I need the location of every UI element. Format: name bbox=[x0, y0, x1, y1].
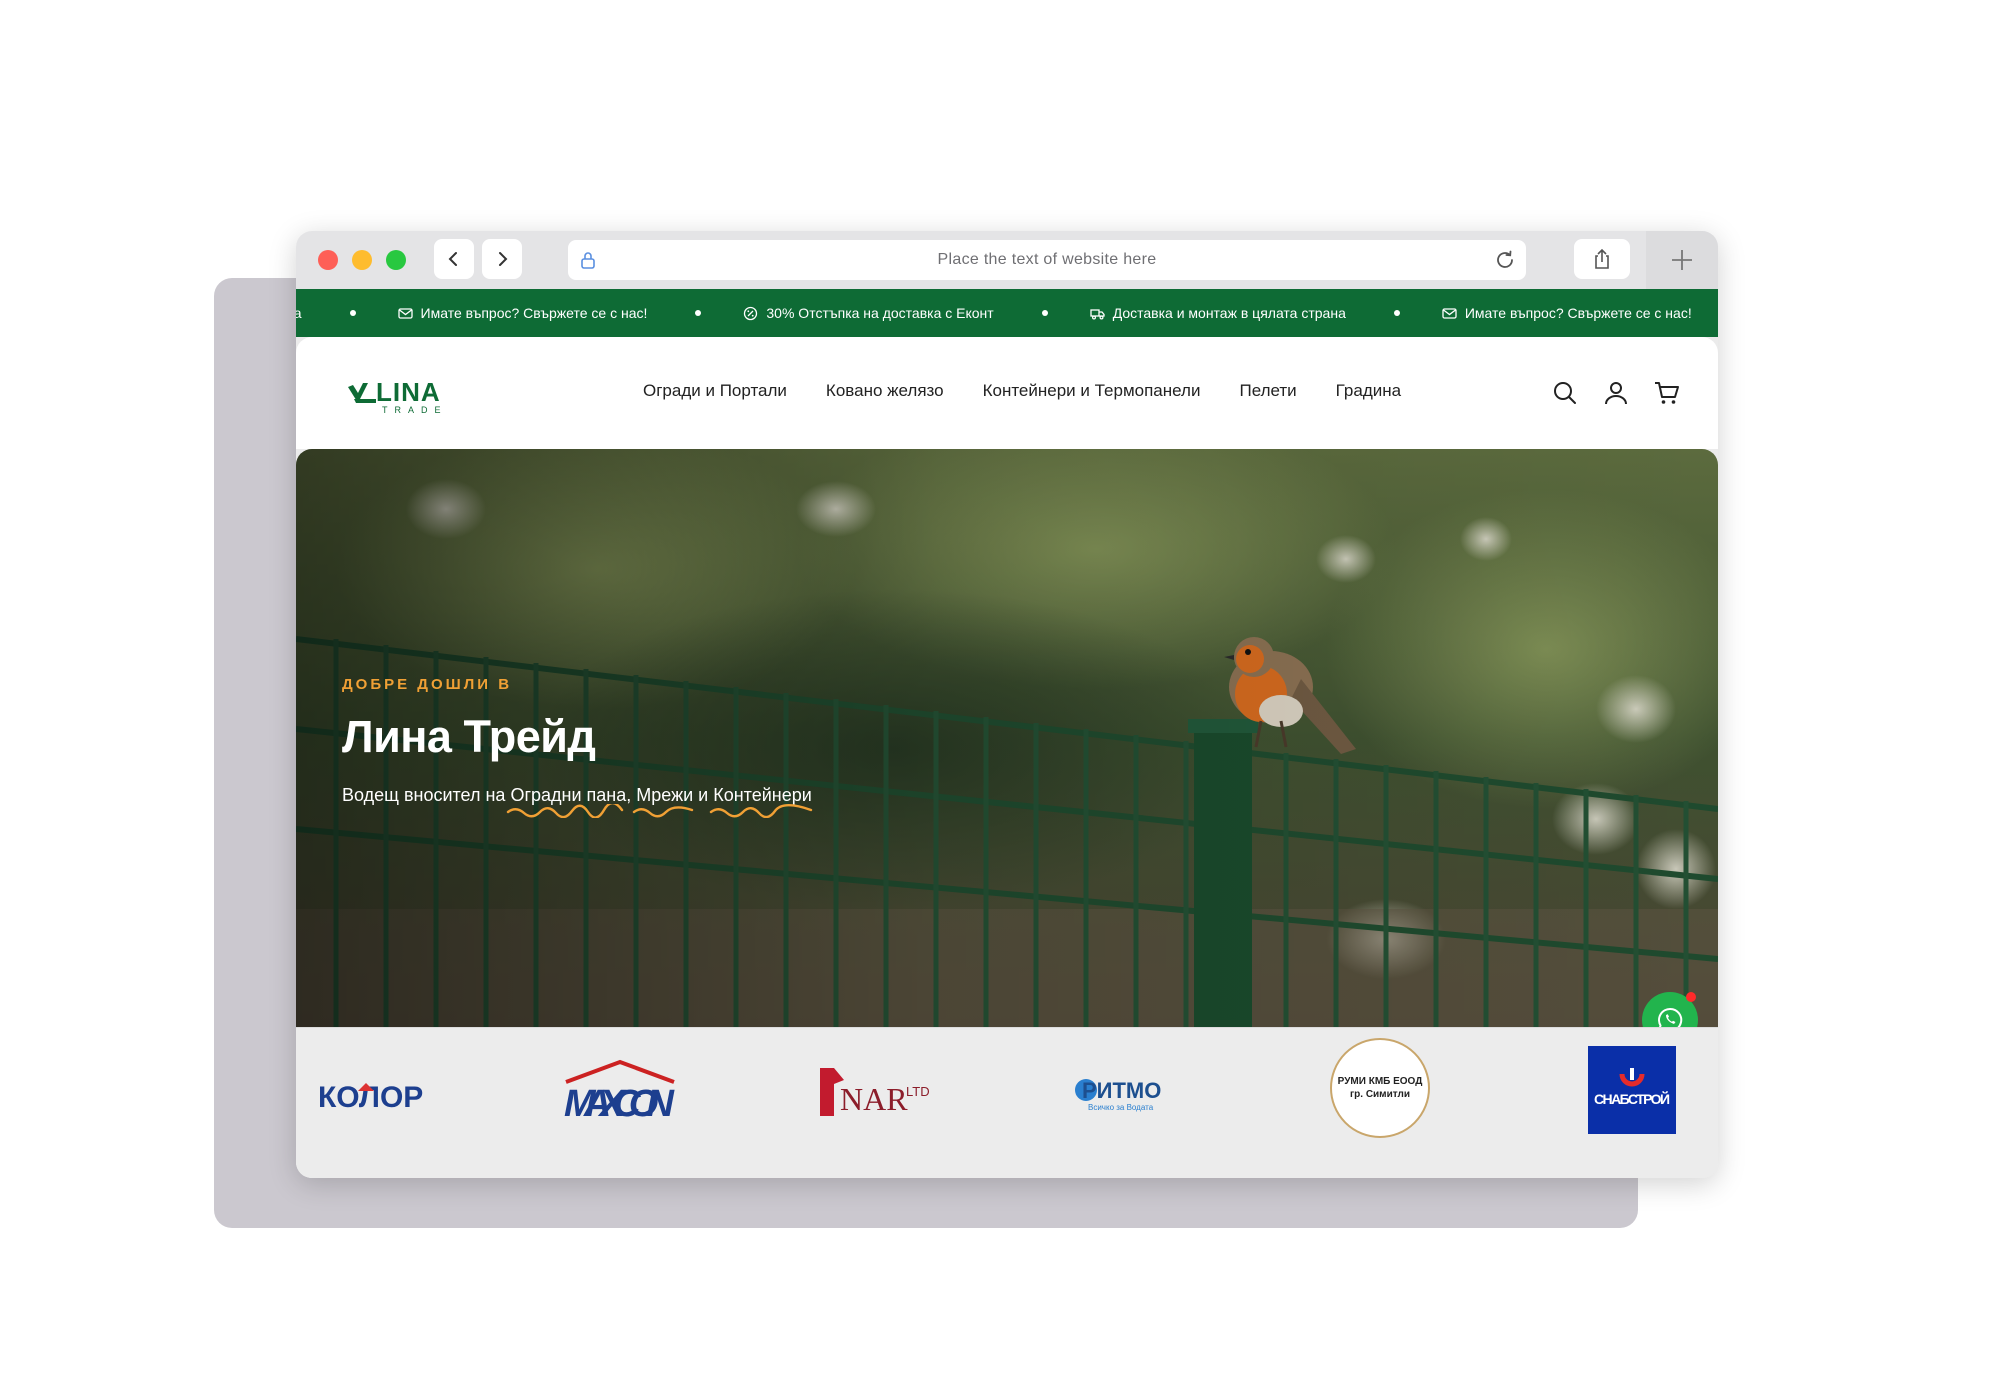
whatsapp-icon bbox=[1658, 1007, 1683, 1027]
brand-kolor-mark: КОЛОР bbox=[318, 1081, 423, 1114]
address-bar[interactable]: Place the text of website here bbox=[568, 240, 1526, 280]
mail-icon bbox=[397, 307, 413, 319]
brands-strip: КОЛОР MAXCON NAR LTD РИТМО Всичко за Вод… bbox=[296, 1027, 1718, 1178]
back-button[interactable] bbox=[434, 239, 474, 279]
maximize-window-button[interactable] bbox=[386, 250, 406, 270]
close-window-button[interactable] bbox=[318, 250, 338, 270]
header-actions bbox=[1552, 380, 1680, 406]
ticker-separator bbox=[1393, 310, 1400, 316]
hero-subtitle: Водещ вносител на Оградни пана, Мрежи и … bbox=[342, 785, 813, 818]
logo-text: LINA bbox=[376, 377, 441, 407]
brand-nar-mark: NAR LTD bbox=[820, 1068, 930, 1117]
hero-subtitle-prefix: Водещ вносител на bbox=[342, 785, 511, 805]
brand-rumi-line2: гр. Симитли bbox=[1349, 1089, 1410, 1100]
svg-text:КОЛОР: КОЛОР bbox=[318, 1081, 423, 1114]
brand-ritmo-mark: РИТМО Всичко за Водата bbox=[1075, 1078, 1161, 1112]
brand-rumi-line1: РУМИ КМБ ЕООД bbox=[1337, 1076, 1423, 1087]
brand-logo-ritmo[interactable]: РИТМО Всичко за Водата bbox=[1072, 1072, 1174, 1116]
forward-button[interactable] bbox=[482, 239, 522, 279]
search-icon[interactable] bbox=[1552, 380, 1578, 406]
site-header: LINA TRADE Огради и Портали Ковано желяз… bbox=[296, 337, 1718, 449]
brand-logo-nar[interactable]: NAR LTD bbox=[818, 1062, 934, 1122]
brand-maxcon-mark: MAXCON bbox=[564, 1059, 676, 1125]
plus-icon bbox=[1672, 250, 1692, 270]
discount-icon bbox=[744, 306, 758, 320]
browser-toolbar: Place the text of website here bbox=[296, 231, 1718, 289]
site-logo[interactable]: LINA TRADE bbox=[346, 373, 476, 417]
mail-icon bbox=[1442, 307, 1457, 319]
hero-banner: ДОБРЕ ДОШЛИ В Лина Трейд Водещ вносител … bbox=[296, 449, 1718, 1027]
svg-text:РИТМО: РИТМО bbox=[1082, 1078, 1161, 1103]
ticker-separator bbox=[349, 310, 356, 316]
squiggle-underline bbox=[633, 806, 694, 818]
hero-title: Лина Трейд bbox=[342, 711, 596, 762]
new-tab-button[interactable] bbox=[1646, 231, 1718, 289]
ticker-item-text: Имате въпрос? Свържете се с нас! bbox=[420, 305, 648, 321]
ticker-item[interactable]: 30% Отстъпка на доставка с Еконт bbox=[743, 305, 994, 321]
svg-text:MAXCON: MAXCON bbox=[564, 1083, 676, 1125]
brand-logo-maxcon[interactable]: MAXCON bbox=[560, 1058, 678, 1130]
announcement-bar: на Имате въпрос? Свържете се с нас! 30% … bbox=[296, 289, 1718, 337]
main-menu: Огради и Портали Ковано желязо Контейнер… bbox=[643, 381, 1401, 401]
hero-content: ДОБРЕ ДОШЛИ В Лина Трейд Водещ вносител … bbox=[342, 676, 813, 818]
svg-text:LTD: LTD bbox=[906, 1084, 930, 1099]
menu-item-fences[interactable]: Огради и Портали bbox=[643, 381, 787, 401]
hero-eyebrow: ДОБРЕ ДОШЛИ В bbox=[342, 676, 513, 693]
hero-highlight-mesh: Мрежи bbox=[633, 785, 694, 818]
menu-item-wrought-iron[interactable]: Ковано желязо bbox=[826, 381, 944, 401]
truck-icon bbox=[1090, 308, 1105, 320]
menu-item-containers[interactable]: Контейнери и Термопанели bbox=[983, 381, 1201, 401]
hero-subtitle-sep: , bbox=[626, 785, 637, 805]
minimize-window-button[interactable] bbox=[352, 250, 372, 270]
ticker-item[interactable]: Имате въпрос? Свържете се с нас! bbox=[1442, 305, 1692, 321]
ticker-separator bbox=[1041, 310, 1048, 316]
hero-highlight-panels: Оградни пана bbox=[507, 785, 627, 818]
notification-dot bbox=[1686, 992, 1696, 1002]
hero-highlight-text: Оградни пана bbox=[510, 785, 627, 805]
hero-highlight-text: Контейнери bbox=[713, 785, 812, 805]
brand-logo-rumi[interactable]: РУМИ КМБ ЕООД гр. Симитли bbox=[1330, 1038, 1430, 1138]
hero-highlight-text: Мрежи bbox=[636, 785, 694, 805]
menu-item-garden[interactable]: Градина bbox=[1336, 381, 1401, 401]
squiggle-underline bbox=[710, 804, 813, 818]
ticker-item[interactable]: Доставка и монтаж в цялата страна bbox=[1090, 305, 1346, 321]
squiggle-underline bbox=[507, 804, 624, 818]
svg-text:Всичко за Водата: Всичко за Водата bbox=[1088, 1103, 1154, 1112]
svg-text:СНАБСТРОЙ: СНАБСТРОЙ bbox=[1594, 1090, 1670, 1107]
ticker-separator bbox=[695, 310, 702, 316]
ticker-clipped-text: на bbox=[296, 305, 302, 321]
svg-text:NAR: NAR bbox=[840, 1081, 908, 1117]
brand-logo-snabstroy[interactable]: СНАБСТРОЙ bbox=[1588, 1046, 1676, 1134]
share-button[interactable] bbox=[1574, 239, 1630, 279]
ticker-item[interactable]: Имате въпрос? Свържете се с нас! bbox=[397, 305, 648, 321]
brand-snabstroy-mark: СНАБСТРОЙ bbox=[1594, 1068, 1670, 1107]
address-placeholder: Place the text of website here bbox=[937, 251, 1157, 268]
window-controls bbox=[318, 250, 406, 270]
hero-highlight-containers: Контейнери bbox=[710, 785, 813, 818]
menu-item-pellets[interactable]: Пелети bbox=[1239, 381, 1296, 401]
ticker-item-text: Имате въпрос? Свържете се с нас! bbox=[1464, 305, 1692, 321]
reload-icon[interactable] bbox=[1494, 249, 1516, 271]
brand-logo-kolor[interactable]: КОЛОР bbox=[316, 1072, 426, 1122]
chevron-right-icon bbox=[499, 252, 508, 266]
ticker-item-text: Доставка и монтаж в цялата страна bbox=[1112, 305, 1346, 321]
lock-icon bbox=[581, 252, 595, 269]
browser-window: Place the text of website here на Им bbox=[296, 231, 1718, 1178]
share-icon bbox=[1595, 248, 1609, 269]
website: LINA TRADE Огради и Портали Ковано желяз… bbox=[296, 337, 1718, 1178]
chevron-left-icon bbox=[448, 252, 457, 266]
logo-subtext: TRADE bbox=[382, 405, 448, 415]
hero-subtitle-sep: и bbox=[693, 785, 714, 805]
ticker-item-text: 30% Отстъпка на доставка с Еконт bbox=[766, 305, 994, 321]
cart-icon[interactable] bbox=[1654, 380, 1680, 406]
user-icon[interactable] bbox=[1603, 380, 1629, 406]
